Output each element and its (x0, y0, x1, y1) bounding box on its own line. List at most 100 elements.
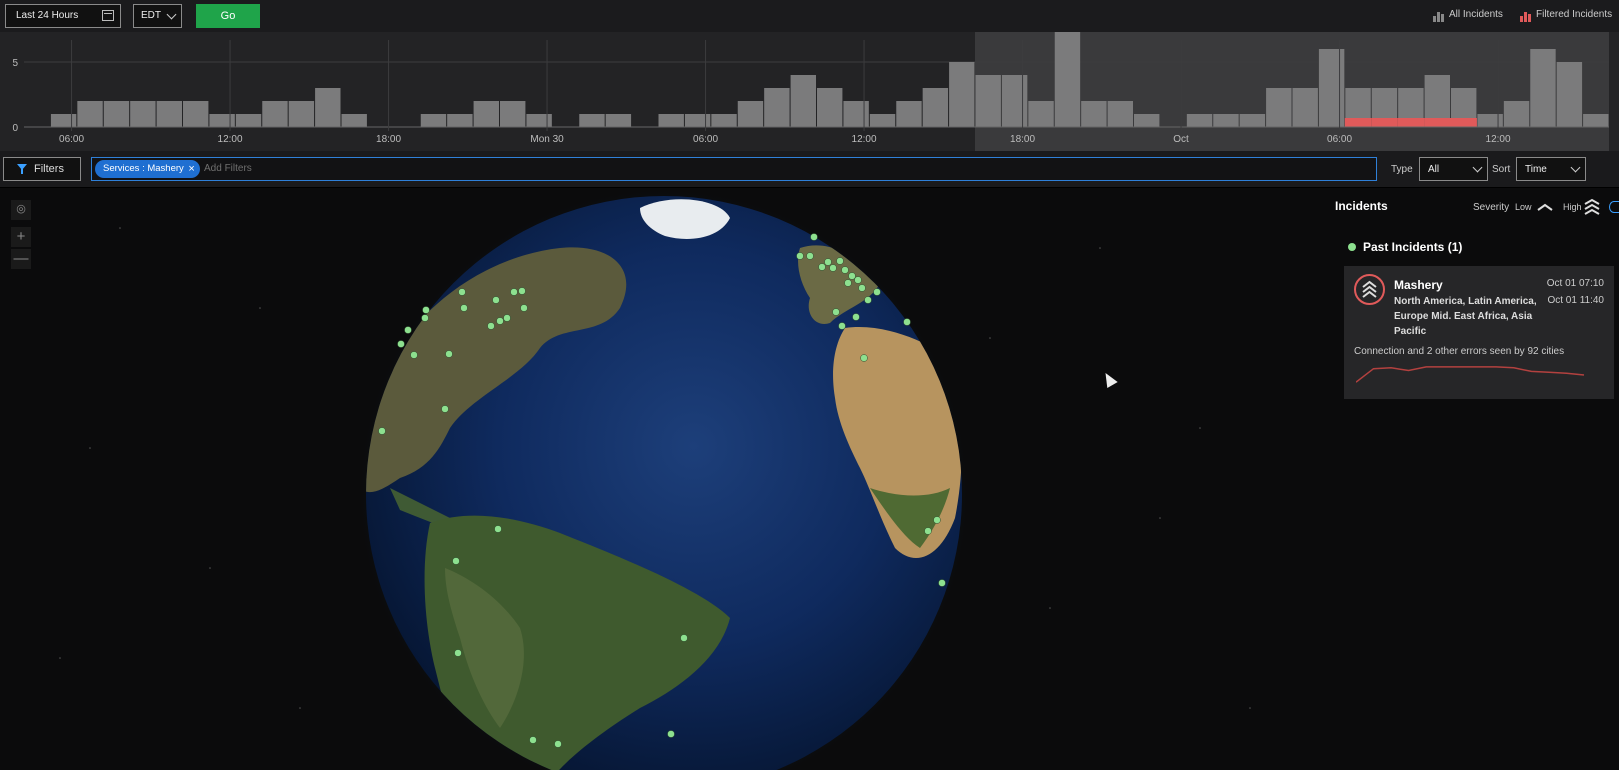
filtered-incidents-icon (1520, 11, 1532, 22)
legend-all-label: All Incidents (1449, 9, 1503, 20)
incident-regions: North America, Latin America, Europe Mid… (1394, 296, 1537, 337)
histogram-bar (869, 114, 896, 127)
incident-trend-sparkline (1356, 366, 1585, 383)
histogram-bar (579, 114, 605, 127)
past-incidents-dot-icon (1348, 243, 1356, 251)
type-label: Type (1391, 164, 1413, 175)
sort-value: Time (1525, 164, 1547, 175)
histogram-bar (288, 101, 315, 127)
filtered-bar (1450, 118, 1477, 127)
histogram-bar (50, 114, 77, 127)
histogram-bar (1001, 75, 1028, 127)
filters-button-label: Filters (34, 163, 64, 175)
y-tick-label: 5 (12, 58, 18, 69)
severity-high-label: High (1563, 202, 1582, 212)
histogram-bar (1028, 101, 1054, 127)
legend-filtered-incidents: Filtered Incidents (1520, 9, 1612, 22)
histogram-bar (817, 88, 843, 127)
histogram-bar (1318, 49, 1345, 127)
past-incidents-heading[interactable]: Past Incidents (1) (1363, 240, 1462, 254)
incident-start-time: Oct 01 07:10 (1546, 278, 1604, 289)
globe-view-icon[interactable]: ◎ (11, 200, 31, 220)
histogram-bar (526, 114, 552, 127)
histogram-bar (473, 101, 499, 127)
sort-label: Sort (1492, 164, 1511, 175)
histogram-bar (684, 114, 711, 127)
incidents-panel-title: Incidents (1335, 199, 1388, 213)
timezone-value: EDT (141, 10, 161, 21)
histogram-bar (1134, 114, 1160, 127)
zoom-in-button[interactable]: + (11, 227, 31, 247)
type-dropdown[interactable]: All (1419, 157, 1488, 181)
all-incidents-icon (1433, 11, 1445, 22)
y-tick-label: 0 (12, 123, 18, 134)
histogram-bar (658, 114, 684, 127)
histogram-chart: 06:00 12:00 18:00 Mon 30 06:00 12:00 18:00 Oct 0… (12, 32, 1609, 151)
histogram-bar (103, 101, 130, 127)
histogram-bar (975, 75, 1001, 127)
time-range-label: Last 24 Hours (16, 10, 79, 21)
incident-card[interactable]: Mashery North America, Latin America, Eu… (1344, 266, 1614, 399)
histogram-bar (896, 101, 922, 127)
severity-low-label: Low (1515, 202, 1532, 212)
chevron-down-icon (1570, 162, 1581, 173)
info-icon[interactable] (1609, 201, 1619, 213)
filter-funnel-icon (17, 164, 27, 174)
timezone-dropdown[interactable]: EDT (133, 4, 182, 28)
filter-chip-services[interactable]: Services : Mashery × (95, 160, 200, 178)
histogram-bar (130, 101, 156, 127)
histogram-bar (922, 88, 949, 127)
severity-high-icon (1584, 198, 1600, 215)
chip-remove-icon[interactable]: × (188, 160, 194, 178)
histogram-bar (1530, 49, 1556, 127)
filtered-bar (1371, 118, 1398, 127)
filter-chip-label: Services : Mashery (103, 163, 184, 174)
x-tick-label: 12:00 (218, 134, 243, 145)
histogram-bar (1107, 101, 1133, 127)
chevron-down-icon (1472, 162, 1483, 173)
histogram-bar (183, 101, 209, 127)
filter-bar: Filters Services : Mashery × Add Filters (0, 151, 1619, 188)
histogram-bar (1081, 101, 1107, 127)
severity-low-icon (1537, 203, 1553, 211)
histogram-bar (1503, 101, 1530, 127)
chevron-down-icon (166, 9, 177, 20)
histogram-bar (605, 114, 632, 127)
histogram-bar (315, 88, 341, 127)
histogram-bar (1186, 114, 1213, 127)
histogram-bar (1292, 88, 1318, 127)
filtered-bar (1397, 118, 1425, 127)
legend-filtered-label: Filtered Incidents (1536, 9, 1613, 20)
x-tick-label: 18:00 (376, 134, 401, 145)
x-tick-label: 12:00 (1486, 134, 1511, 145)
histogram-bar (447, 114, 473, 127)
x-tick-label: Oct (1173, 134, 1189, 145)
severity-label: Severity (1473, 202, 1510, 213)
x-tick-label: 06:00 (1327, 134, 1352, 145)
x-tick-label: 12:00 (852, 134, 877, 145)
filter-input-field[interactable]: Services : Mashery × Add Filters (91, 157, 1377, 181)
add-filters-placeholder: Add Filters (204, 163, 252, 174)
top-toolbar: Last 24 Hours EDT Go All Incidents Filte… (0, 0, 1619, 32)
histogram-bar (1583, 114, 1609, 127)
filters-button[interactable]: Filters (3, 157, 81, 181)
x-tick-label: 06:00 (693, 134, 718, 145)
histogram-bar (711, 114, 737, 127)
incident-end-time: Oct 01 11:40 (1547, 295, 1604, 306)
histogram-bar (77, 101, 103, 127)
histogram-bar (262, 101, 288, 127)
trend-line (1356, 366, 1585, 383)
incident-histogram[interactable]: 06:00 12:00 18:00 Mon 30 06:00 12:00 18:00 Oct 0… (0, 32, 1619, 151)
calendar-icon[interactable] (102, 10, 114, 21)
histogram-bar (737, 101, 764, 127)
histogram-bar (764, 88, 790, 127)
type-value: All (1428, 164, 1440, 175)
time-range-selector[interactable]: Last 24 Hours (5, 4, 121, 28)
zoom-out-button[interactable]: — (11, 249, 31, 269)
high-severity-icon (1354, 274, 1385, 305)
filtered-bar (1344, 118, 1372, 127)
go-button[interactable]: Go (196, 4, 260, 28)
histogram-bar (500, 101, 526, 127)
sort-dropdown[interactable]: Time (1516, 157, 1586, 181)
histogram-bar (209, 114, 235, 127)
